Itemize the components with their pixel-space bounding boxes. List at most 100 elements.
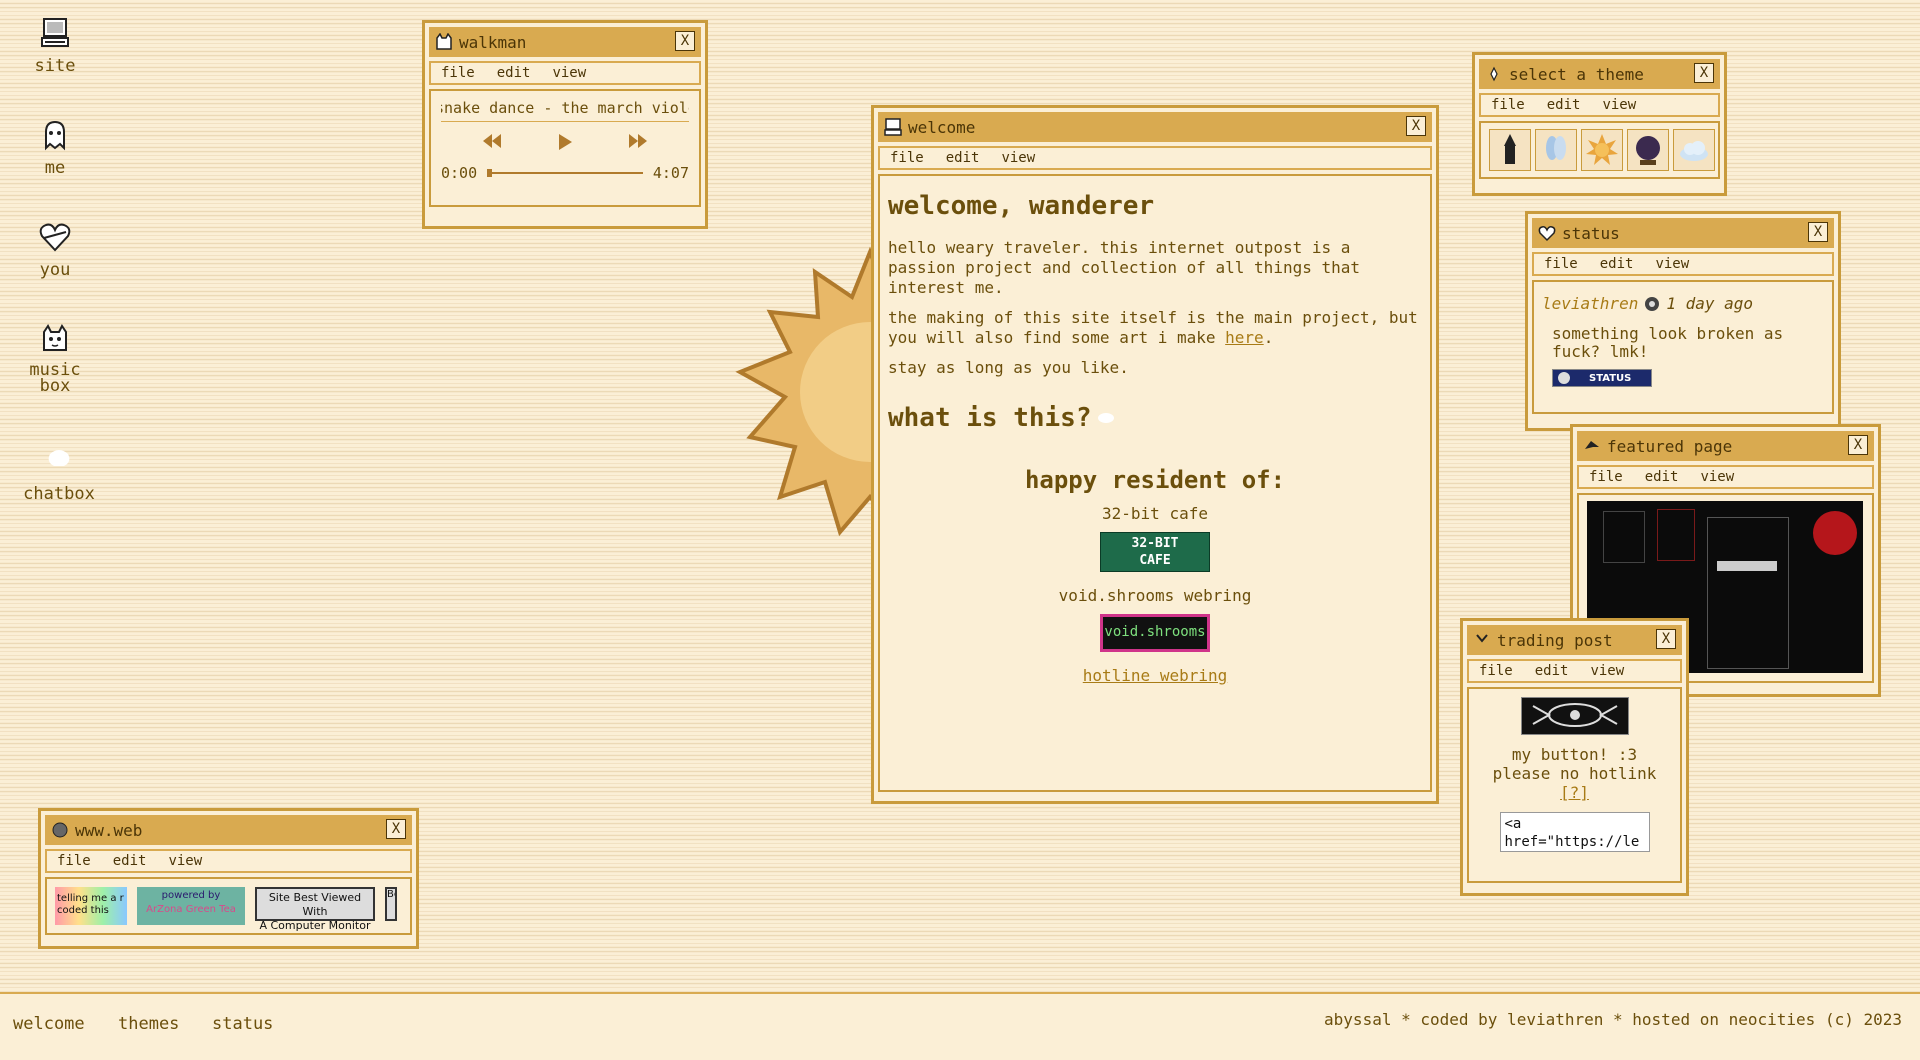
window-titlebar[interactable]: www.web X: [45, 815, 412, 845]
menu-view[interactable]: view: [1001, 150, 1035, 166]
close-button[interactable]: X: [1808, 222, 1828, 242]
menu-view[interactable]: view: [168, 853, 202, 869]
walkman-window[interactable]: walkman X file edit view snake dance - t…: [422, 20, 708, 229]
status-ball-icon: [1558, 372, 1570, 384]
menu-file[interactable]: file: [1479, 663, 1513, 679]
web-buttons: telling me a r coded this powered by ArZ…: [45, 877, 412, 935]
resident-name: void.shrooms webring: [1058, 586, 1252, 605]
menu-file[interactable]: file: [441, 65, 475, 81]
chat-icon: [48, 450, 70, 466]
bubble-icon: [1097, 413, 1114, 423]
theme-options: [1479, 121, 1720, 179]
close-button[interactable]: X: [675, 31, 695, 51]
help-link[interactable]: [?]: [1560, 783, 1589, 802]
art-link[interactable]: here: [1225, 328, 1264, 347]
heart-icon: [1538, 226, 1556, 242]
desktop-icon-music-box[interactable]: music box: [10, 322, 100, 396]
globe-icon: [52, 822, 68, 838]
theme-crystal-ball-button[interactable]: [1627, 129, 1669, 171]
computer-icon: [41, 18, 69, 47]
taskbar-item-status[interactable]: status: [212, 1014, 273, 1034]
menu-edit[interactable]: edit: [1535, 663, 1569, 679]
play-button[interactable]: [556, 132, 574, 152]
welcome-window[interactable]: welcome X file edit view welcome, wander…: [871, 105, 1439, 804]
theme-sun-button[interactable]: [1581, 129, 1623, 171]
theme-cloud-button[interactable]: [1673, 129, 1715, 171]
cat-icon: [43, 324, 67, 351]
menu-edit[interactable]: edit: [1547, 97, 1581, 113]
window-menubar: file edit view: [1479, 93, 1720, 117]
window-titlebar[interactable]: walkman X: [429, 27, 701, 57]
trading-post-window[interactable]: trading post X file edit view my button!…: [1460, 618, 1689, 896]
close-button[interactable]: X: [1848, 435, 1868, 455]
footer-credit: abyssal * coded by leviathren * hosted o…: [1324, 1010, 1902, 1029]
window-titlebar[interactable]: status X: [1532, 218, 1834, 248]
crystal-ball-icon: [1636, 136, 1660, 165]
page-title: welcome, wanderer: [888, 191, 1155, 221]
void-shrooms-badge[interactable]: void.shrooms: [1100, 614, 1210, 652]
menu-file[interactable]: file: [1544, 256, 1578, 272]
desktop-icon-you[interactable]: you: [10, 220, 100, 280]
stay-paragraph: stay as long as you like.: [888, 358, 1129, 377]
menu-edit[interactable]: edit: [1645, 469, 1679, 485]
fast-forward-button[interactable]: [627, 132, 649, 150]
taskbar-item-themes[interactable]: themes: [118, 1014, 179, 1034]
window-titlebar[interactable]: featured page X: [1577, 431, 1874, 461]
theme-witch-button[interactable]: [1489, 129, 1531, 171]
desktop-icon-chatbox[interactable]: chatbox: [14, 444, 104, 504]
desktop-icon-label: me: [44, 158, 66, 178]
menu-file[interactable]: file: [57, 853, 91, 869]
section-heading-resident: happy resident of:: [1024, 466, 1286, 494]
desktop-icon-label: music box: [29, 360, 81, 396]
menu-file[interactable]: file: [1589, 469, 1623, 485]
status-badge[interactable]: STATUS: [1552, 369, 1652, 387]
theme-window[interactable]: select a theme X file edit view: [1472, 52, 1727, 196]
progress-slider[interactable]: [487, 169, 643, 177]
desktop-icon-label: you: [39, 260, 71, 280]
site-button-preview[interactable]: [1520, 697, 1629, 735]
theme-fairy-button[interactable]: [1535, 129, 1577, 171]
heart-icon: [39, 223, 71, 252]
rewind-button[interactable]: [481, 132, 503, 150]
window-titlebar[interactable]: select a theme X: [1479, 59, 1720, 89]
taskbar-item-welcome[interactable]: welcome: [13, 1014, 85, 1034]
cafe-badge[interactable]: 32-BIT CAFE: [1100, 532, 1210, 572]
menu-edit[interactable]: edit: [113, 853, 147, 869]
menu-file[interactable]: file: [890, 150, 924, 166]
close-button[interactable]: X: [1694, 63, 1714, 83]
menu-view[interactable]: view: [1700, 469, 1734, 485]
welcome-content: welcome, wanderer hello weary traveler. …: [878, 174, 1432, 792]
resident-name: 32-bit cafe: [1102, 504, 1208, 523]
web-button[interactable]: powered by ArZona Green Tea: [137, 887, 245, 925]
desktop-icon-me[interactable]: me: [10, 118, 100, 178]
embed-code-field[interactable]: <a href="https://leviathren.neocities.or…: [1499, 812, 1650, 852]
menu-view[interactable]: view: [1602, 97, 1636, 113]
bird-icon: [1585, 441, 1599, 449]
web-button[interactable]: Site Best Viewed With A Computer Monitor: [255, 887, 375, 932]
hotline-webring-link[interactable]: hotline webring: [1083, 666, 1228, 685]
menu-view[interactable]: view: [1590, 663, 1624, 679]
window-titlebar[interactable]: trading post X: [1467, 625, 1682, 655]
window-menubar: file edit view: [1532, 252, 1834, 276]
status-window[interactable]: status X file edit view leviathren 1 day…: [1525, 211, 1841, 431]
status-username[interactable]: leviathren: [1542, 294, 1638, 313]
www-web-window[interactable]: www.web X file edit view telling me a r …: [38, 808, 419, 949]
time-total: 4:07: [652, 164, 689, 182]
menu-edit[interactable]: edit: [497, 65, 531, 81]
progress-handle[interactable]: [487, 169, 493, 177]
web-button[interactable]: Be: [385, 887, 397, 921]
window-titlebar[interactable]: welcome X: [878, 112, 1432, 142]
close-button[interactable]: X: [386, 819, 406, 839]
menu-view[interactable]: view: [552, 65, 586, 81]
button-caption: my button! :3: [1511, 745, 1638, 764]
desktop-icon-site[interactable]: site: [10, 16, 100, 76]
web-button[interactable]: telling me a r coded this: [55, 887, 127, 925]
menu-edit[interactable]: edit: [946, 150, 980, 166]
menu-view[interactable]: view: [1655, 256, 1689, 272]
menu-file[interactable]: file: [1491, 97, 1525, 113]
close-button[interactable]: X: [1406, 116, 1426, 136]
menu-edit[interactable]: edit: [1600, 256, 1634, 272]
window-title: welcome: [908, 117, 976, 137]
window-menubar: file edit view: [1467, 659, 1682, 683]
close-button[interactable]: X: [1656, 629, 1676, 649]
